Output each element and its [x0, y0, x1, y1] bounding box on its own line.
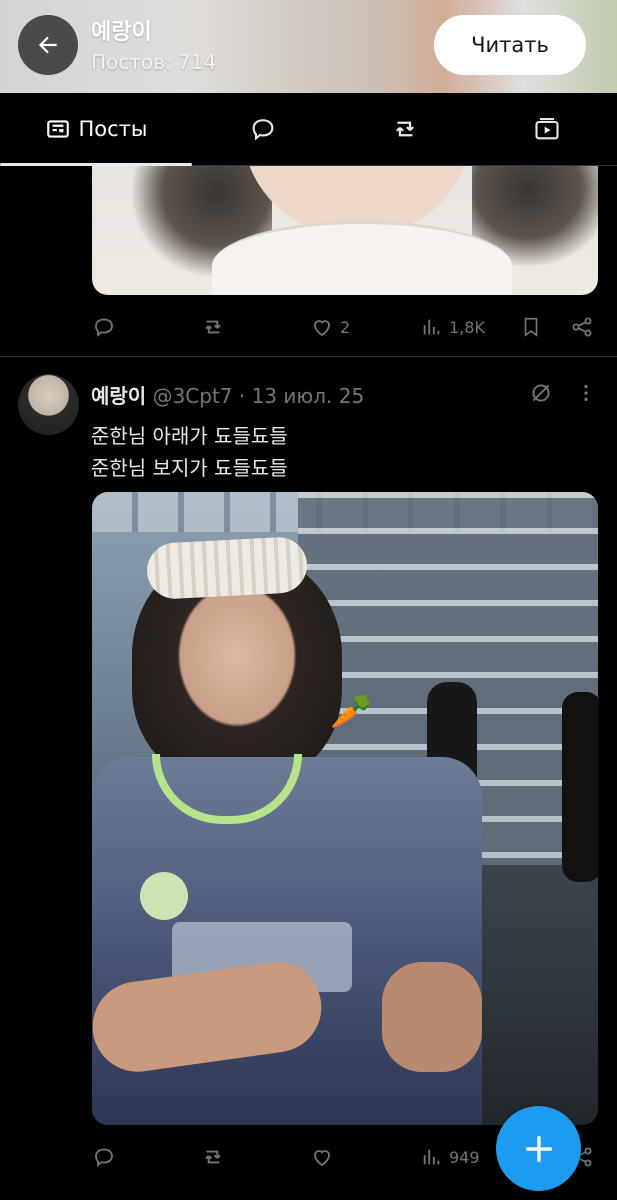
like-count: 2 — [340, 317, 351, 337]
retweet-icon — [205, 1150, 221, 1164]
arrow-left-icon — [38, 36, 57, 54]
bookmark-icon — [524, 317, 538, 337]
compose-post-button[interactable] — [496, 1106, 581, 1191]
reply-button[interactable] — [92, 312, 116, 342]
views-button[interactable]: 1,8K — [421, 312, 485, 342]
post-action-bar: 2 1,8K — [92, 312, 602, 342]
photo-headband — [145, 535, 309, 601]
retweet-icon — [396, 121, 414, 137]
post-text-line: 준한님 보지가 됴들됴들 — [91, 456, 288, 480]
replies-icon — [252, 119, 274, 141]
heart-icon — [314, 1150, 330, 1167]
post-text: 준한님 아래가 됴들됴들 준한님 보지가 됴들됴들 — [91, 420, 288, 484]
views-icon — [423, 1149, 440, 1165]
reply-button[interactable] — [92, 1142, 116, 1172]
reply-icon — [95, 318, 113, 337]
tab-media[interactable] — [476, 93, 617, 165]
repost-button[interactable] — [200, 1142, 226, 1172]
grok-icon — [532, 384, 550, 402]
tab-replies[interactable] — [192, 93, 334, 165]
view-count: 1,8K — [449, 317, 485, 337]
author-handle-date[interactable]: @3Cpt7 · 13 июл. 25 — [153, 384, 365, 408]
avatar[interactable] — [18, 374, 79, 435]
views-button[interactable]: 949 — [421, 1142, 480, 1172]
post-divider — [0, 356, 617, 357]
tab-posts[interactable]: Посты — [0, 93, 192, 166]
share-button[interactable] — [570, 312, 594, 342]
photo-hand — [382, 962, 482, 1072]
heart-icon — [314, 320, 330, 337]
photo-background-person — [562, 692, 598, 882]
author-name[interactable]: 예랑이 — [91, 384, 146, 408]
post-media-image[interactable]: 🥕 — [92, 492, 598, 1125]
follow-button[interactable]: Читать — [434, 15, 586, 75]
more-options-button[interactable] — [575, 380, 597, 406]
views-icon — [423, 319, 440, 335]
repost-button[interactable] — [200, 312, 226, 342]
photo-badge — [140, 872, 188, 920]
profile-tabs: Посты — [0, 93, 617, 166]
reply-icon — [95, 1148, 113, 1167]
share-icon — [572, 317, 592, 337]
view-count: 949 — [449, 1147, 480, 1167]
like-button[interactable]: 2 — [310, 312, 350, 342]
post-media-image[interactable] — [92, 166, 598, 295]
like-button[interactable] — [310, 1142, 334, 1172]
profile-name: 예랑이 — [91, 20, 152, 45]
posts-icon — [46, 120, 69, 138]
back-button[interactable] — [18, 15, 78, 75]
tab-posts-label: Посты — [78, 117, 148, 141]
carrot-sticker: 🥕 — [330, 692, 373, 732]
retweet-icon — [205, 320, 221, 334]
media-icon — [534, 118, 559, 140]
post-text-line: 준한님 아래가 됴들됴들 — [91, 424, 288, 448]
more-vertical-icon — [584, 384, 588, 402]
post-header: 예랑이 @3Cpt7 · 13 июл. 25 — [91, 380, 364, 409]
bookmark-button[interactable] — [520, 312, 542, 342]
post-count: Постов: 714 — [91, 50, 217, 74]
plus-icon — [525, 1135, 552, 1162]
tab-reposts[interactable] — [334, 93, 476, 165]
grok-button[interactable] — [528, 380, 554, 406]
